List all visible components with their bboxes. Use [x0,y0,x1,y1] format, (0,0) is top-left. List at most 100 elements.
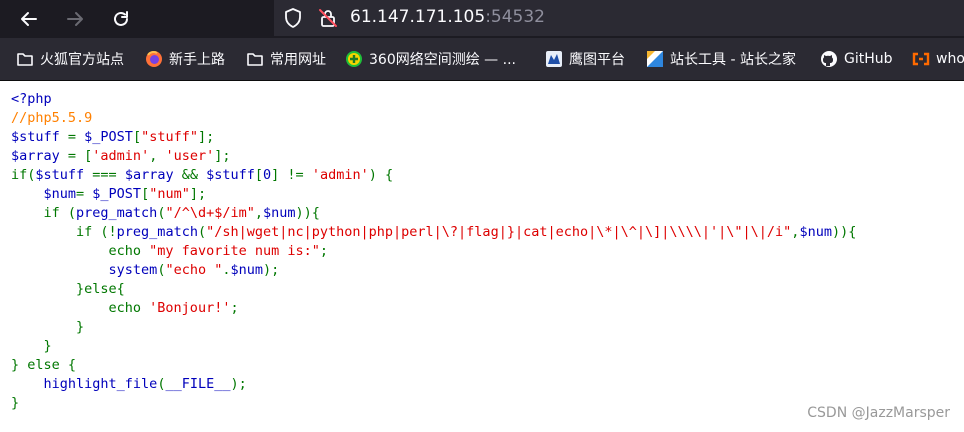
code-token: 'user' [165,148,215,164]
bookmark-label: 360网络空间测绘 — ... [369,52,516,68]
code-line: } [11,337,856,356]
url-text[interactable]: 61.147.171.105:54532 [350,6,545,28]
code-line: } else { [11,356,856,375]
code-token: [ [141,186,150,202]
folder-icon [17,53,33,66]
code-token: } [11,338,52,354]
code-token: preg_match [116,224,198,240]
code-token: "my favorite num is:" [149,243,320,259]
code-line: highlight_file(__FILE__); [11,375,856,394]
code-token: && [181,167,207,183]
code-line: system("echo ".$num); [11,261,856,280]
code-token: ; [230,300,239,316]
bookmark-360-mapping[interactable]: 360网络空间测绘 — ... [345,47,516,71]
browser-toolbar: 61.147.171.105:54532 [0,0,964,38]
code-line: if($stuff === $array && $stuff[0] != 'ad… [11,166,856,185]
code-line: if (!preg_match("/sh|wget|nc|python|php|… [11,223,856,242]
insecure-lock-icon[interactable] [318,8,338,32]
code-token: ); [263,262,280,278]
code-token: [ [254,167,264,183]
bookmark-aliyun-who[interactable]: who [912,47,964,71]
code-token: if( [11,167,36,183]
forward-button[interactable] [60,4,90,34]
code-token: 'admin' [92,148,150,164]
code-token: "/sh|wget|nc|python|php|perl|\?|flag|}|c… [206,224,792,240]
code-token: )){ [295,205,320,221]
code-token: }else{ [11,281,125,297]
reload-icon [114,11,128,26]
csdn-watermark: CSDN @JazzMarsper [807,405,950,421]
code-token: ]; [189,186,207,202]
code-line: $array = ['admin', 'user']; [11,147,856,166]
code-token: ) { [368,167,394,183]
code-token: ] != [271,167,312,183]
code-token: if ( [11,205,77,221]
code-token: $num [799,224,832,240]
code-token: $array [124,167,182,183]
bookmark-label: 常用网址 [270,52,326,68]
reload-button[interactable] [106,4,136,34]
code-token: "stuff" [141,129,198,145]
bookmark-label: 鹰图平台 [569,52,625,68]
code-token: __FILE__ [165,376,231,392]
bookmark-label: GitHub [844,51,893,67]
back-button[interactable] [14,4,44,34]
code-token: 'admin' [311,167,369,183]
code-token: ); [230,376,247,392]
arrow-left-icon [21,12,37,26]
code-line: } [11,394,856,413]
php-source-code: <?php//php5.5.9 $stuff = $_POST["stuff"];… [11,90,856,413]
code-token: $_POST [92,186,142,202]
code-token: 'Bonjour!' [149,300,231,316]
bookmark-label: who [936,51,964,67]
bookmark-firefox-official[interactable]: 火狐官方站点 [16,47,124,71]
code-token: preg_match [76,205,158,221]
code-token: 0 [263,167,272,183]
code-token: } [11,319,85,335]
code-token: } [11,395,20,411]
code-token: $stuff [11,129,68,145]
code-token: echo [11,243,150,259]
code-token: $array [11,148,68,164]
code-line: $stuff = $_POST["stuff"]; [11,128,856,147]
code-token: . [222,262,231,278]
code-line: if (preg_match("/^\d+$/im",$num)){ [11,204,856,223]
code-token: = [76,186,93,202]
code-line: }else{ [11,280,856,299]
bookmark-github[interactable]: GitHub [820,47,893,71]
code-token: //php5.5.9 [11,110,93,126]
bookmark-label: 火狐官方站点 [40,52,124,68]
code-token: )){ [831,224,857,240]
code-line: $num= $_POST["num"]; [11,185,856,204]
github-icon [821,51,837,67]
code-line: echo 'Bonjour!'; [11,299,856,318]
bookmark-hunter-platform[interactable]: 鹰图平台 [545,47,625,71]
code-token: = [ [67,148,93,164]
code-token: [ [132,129,142,145]
bookmark-getting-started[interactable]: 新手上路 [145,47,225,71]
code-token: ; [319,243,328,259]
shield-icon[interactable] [284,8,302,32]
code-token: , [254,205,263,221]
code-token: ( [197,224,207,240]
code-token: === [92,167,125,183]
aliyun-icon [912,52,930,66]
eagle-icon [546,51,562,67]
code-token: $num [230,262,264,278]
bookmark-chinaz-tools[interactable]: 站长工具 - 站长之家 [646,47,796,71]
code-token: } else { [11,357,77,373]
code-token: "/^\d+$/im" [165,205,255,221]
firefox-icon [146,50,162,67]
url-host: 61.147.171.105 [350,7,486,27]
code-token: $num [263,205,296,221]
code-token: $num [43,186,77,202]
arrow-right-icon [67,12,83,26]
code-token: <?php [11,91,52,107]
code-line: } [11,318,856,337]
bookmark-common-sites[interactable]: 常用网址 [246,47,326,71]
code-token: $_POST [84,129,133,145]
bookmark-label: 站长工具 - 站长之家 [670,52,796,68]
code-line: echo "my favorite num is:"; [11,242,856,261]
bookmarks-toolbar: 火狐官方站点 新手上路 常用网址 360网络空间测绘 — ... 鹰图平台 站长… [0,38,964,81]
